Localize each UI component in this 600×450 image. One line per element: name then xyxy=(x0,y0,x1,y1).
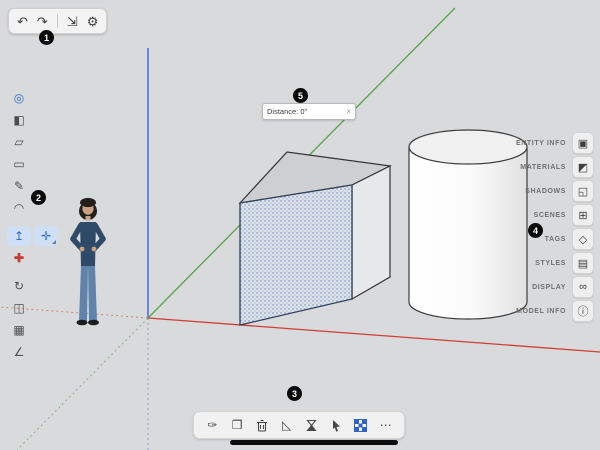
top-toolbar: ↶ ↷ ⇲ ⚙ xyxy=(8,8,107,34)
display-icon: ∞ xyxy=(572,276,594,298)
tags-icon: ◇ xyxy=(572,228,594,250)
orbit-tool-icon[interactable]: ◎ xyxy=(7,88,31,108)
styles-icon: ▤ xyxy=(572,252,594,274)
rectangle-tool-icon[interactable]: ▭ xyxy=(7,154,31,174)
more-icon[interactable]: ⋯ xyxy=(377,416,395,434)
scenes-icon: ⊞ xyxy=(572,204,594,226)
person-right-hand xyxy=(92,247,97,252)
toolbar-divider xyxy=(57,14,58,28)
move-tool-icon[interactable]: ✚ xyxy=(7,248,31,268)
panel-label: MATERIALS xyxy=(520,164,566,171)
brush-icon[interactable]: ✑ xyxy=(203,416,221,434)
person-left-leg xyxy=(79,266,88,321)
panel-item-entity-info[interactable]: ENTITY INFO ▣ xyxy=(516,133,594,153)
viewport[interactable] xyxy=(0,0,600,450)
box-right-face[interactable] xyxy=(352,166,390,299)
eraser-tool-icon[interactable]: ▱ xyxy=(7,132,31,152)
annotation-badge-1: 1 xyxy=(39,30,54,45)
push-pull-variant-tool-icon[interactable]: ✛ xyxy=(34,226,58,246)
image-tool-icon[interactable]: ▦ xyxy=(7,320,31,340)
person-left-shoe xyxy=(77,320,88,326)
person-figure[interactable] xyxy=(73,198,103,325)
copy-icon[interactable]: ❐ xyxy=(228,416,246,434)
person-right-leg xyxy=(88,266,97,321)
cylinder[interactable] xyxy=(409,130,527,319)
entity-info-icon: ▣ xyxy=(572,132,594,154)
left-tool-rail: ◎ ◧ ▱ ▭ ✎ ◠ ↥ ✛ ✚ ↻ ◫ ▦ ∠ xyxy=(7,88,58,362)
panel-item-display[interactable]: DISPLAY ∞ xyxy=(516,277,594,297)
annotation-badge-3: 3 xyxy=(287,386,302,401)
arc-tool-icon[interactable]: ◠ xyxy=(7,198,31,218)
materials-icon: ◩ xyxy=(572,156,594,178)
model-info-icon: ⓘ xyxy=(572,300,594,322)
cylinder-top-face[interactable] xyxy=(409,130,527,164)
panel-item-styles[interactable]: STYLES ▤ xyxy=(516,253,594,273)
annotation-badge-2: 2 xyxy=(31,190,46,205)
undo-icon[interactable]: ↶ xyxy=(17,15,28,28)
panel-label: ENTITY INFO xyxy=(516,140,566,147)
home-indicator[interactable] xyxy=(230,440,398,445)
person-shirt xyxy=(80,222,96,267)
push-pull-tool-icon[interactable]: ↥ xyxy=(7,226,31,246)
sketchup-window: ↶ ↷ ⇲ ⚙ ◎ ◧ ▱ ▭ ✎ ◠ ↥ ✛ ✚ ↻ ◫ ▦ ∠ Distan… xyxy=(0,0,600,450)
trash-icon[interactable] xyxy=(253,416,271,434)
panel-label: MODEL INFO xyxy=(516,308,566,315)
panel-item-scenes[interactable]: SCENES ⊞ xyxy=(516,205,594,225)
pattern-icon[interactable] xyxy=(352,416,370,434)
panel-label: SCENES xyxy=(534,212,566,219)
annotation-badge-5: 5 xyxy=(293,88,308,103)
box-front-face-selected[interactable] xyxy=(240,185,352,325)
measurement-value[interactable]: Distance: 0" xyxy=(267,107,307,116)
close-icon[interactable]: × xyxy=(346,108,351,116)
hourglass-icon[interactable] xyxy=(302,416,320,434)
settings-gear-icon[interactable]: ⚙ xyxy=(87,15,99,28)
panel-label: DISPLAY xyxy=(532,284,566,291)
person-hair xyxy=(80,198,96,207)
cylinder-body[interactable] xyxy=(409,147,527,319)
selected-box[interactable] xyxy=(240,152,390,325)
red-axis xyxy=(148,318,600,352)
paint-tool-icon[interactable]: ◧ xyxy=(7,110,31,130)
export-icon[interactable]: ⇲ xyxy=(67,15,78,28)
rotate-tool-icon[interactable]: ↻ xyxy=(7,276,31,296)
cursor-icon[interactable] xyxy=(327,416,345,434)
dimensions-tool-icon[interactable]: ∠ xyxy=(7,342,31,362)
shadows-icon: ◱ xyxy=(572,180,594,202)
panel-item-shadows[interactable]: SHADOWS ◱ xyxy=(516,181,594,201)
wedge-icon[interactable]: ◺ xyxy=(278,416,296,434)
section-plane-tool-icon[interactable]: ◫ xyxy=(7,298,31,318)
person-neck xyxy=(86,216,91,221)
panel-label: SHADOWS xyxy=(525,188,566,195)
panel-item-model-info[interactable]: MODEL INFO ⓘ xyxy=(516,301,594,321)
panel-item-materials[interactable]: MATERIALS ◩ xyxy=(516,157,594,177)
panel-label: STYLES xyxy=(535,260,566,267)
panel-label: TAGS xyxy=(545,236,566,243)
bottom-context-toolbar: ✑ ❐ ◺ xyxy=(193,411,405,439)
measurement-box[interactable]: Distance: 0" × xyxy=(262,103,356,120)
line-tool-icon[interactable]: ✎ xyxy=(7,176,31,196)
redo-icon[interactable]: ↷ xyxy=(37,15,48,28)
person-left-hand xyxy=(80,247,85,252)
annotation-badge-4: 4 xyxy=(528,223,543,238)
person-right-shoe xyxy=(88,320,99,326)
